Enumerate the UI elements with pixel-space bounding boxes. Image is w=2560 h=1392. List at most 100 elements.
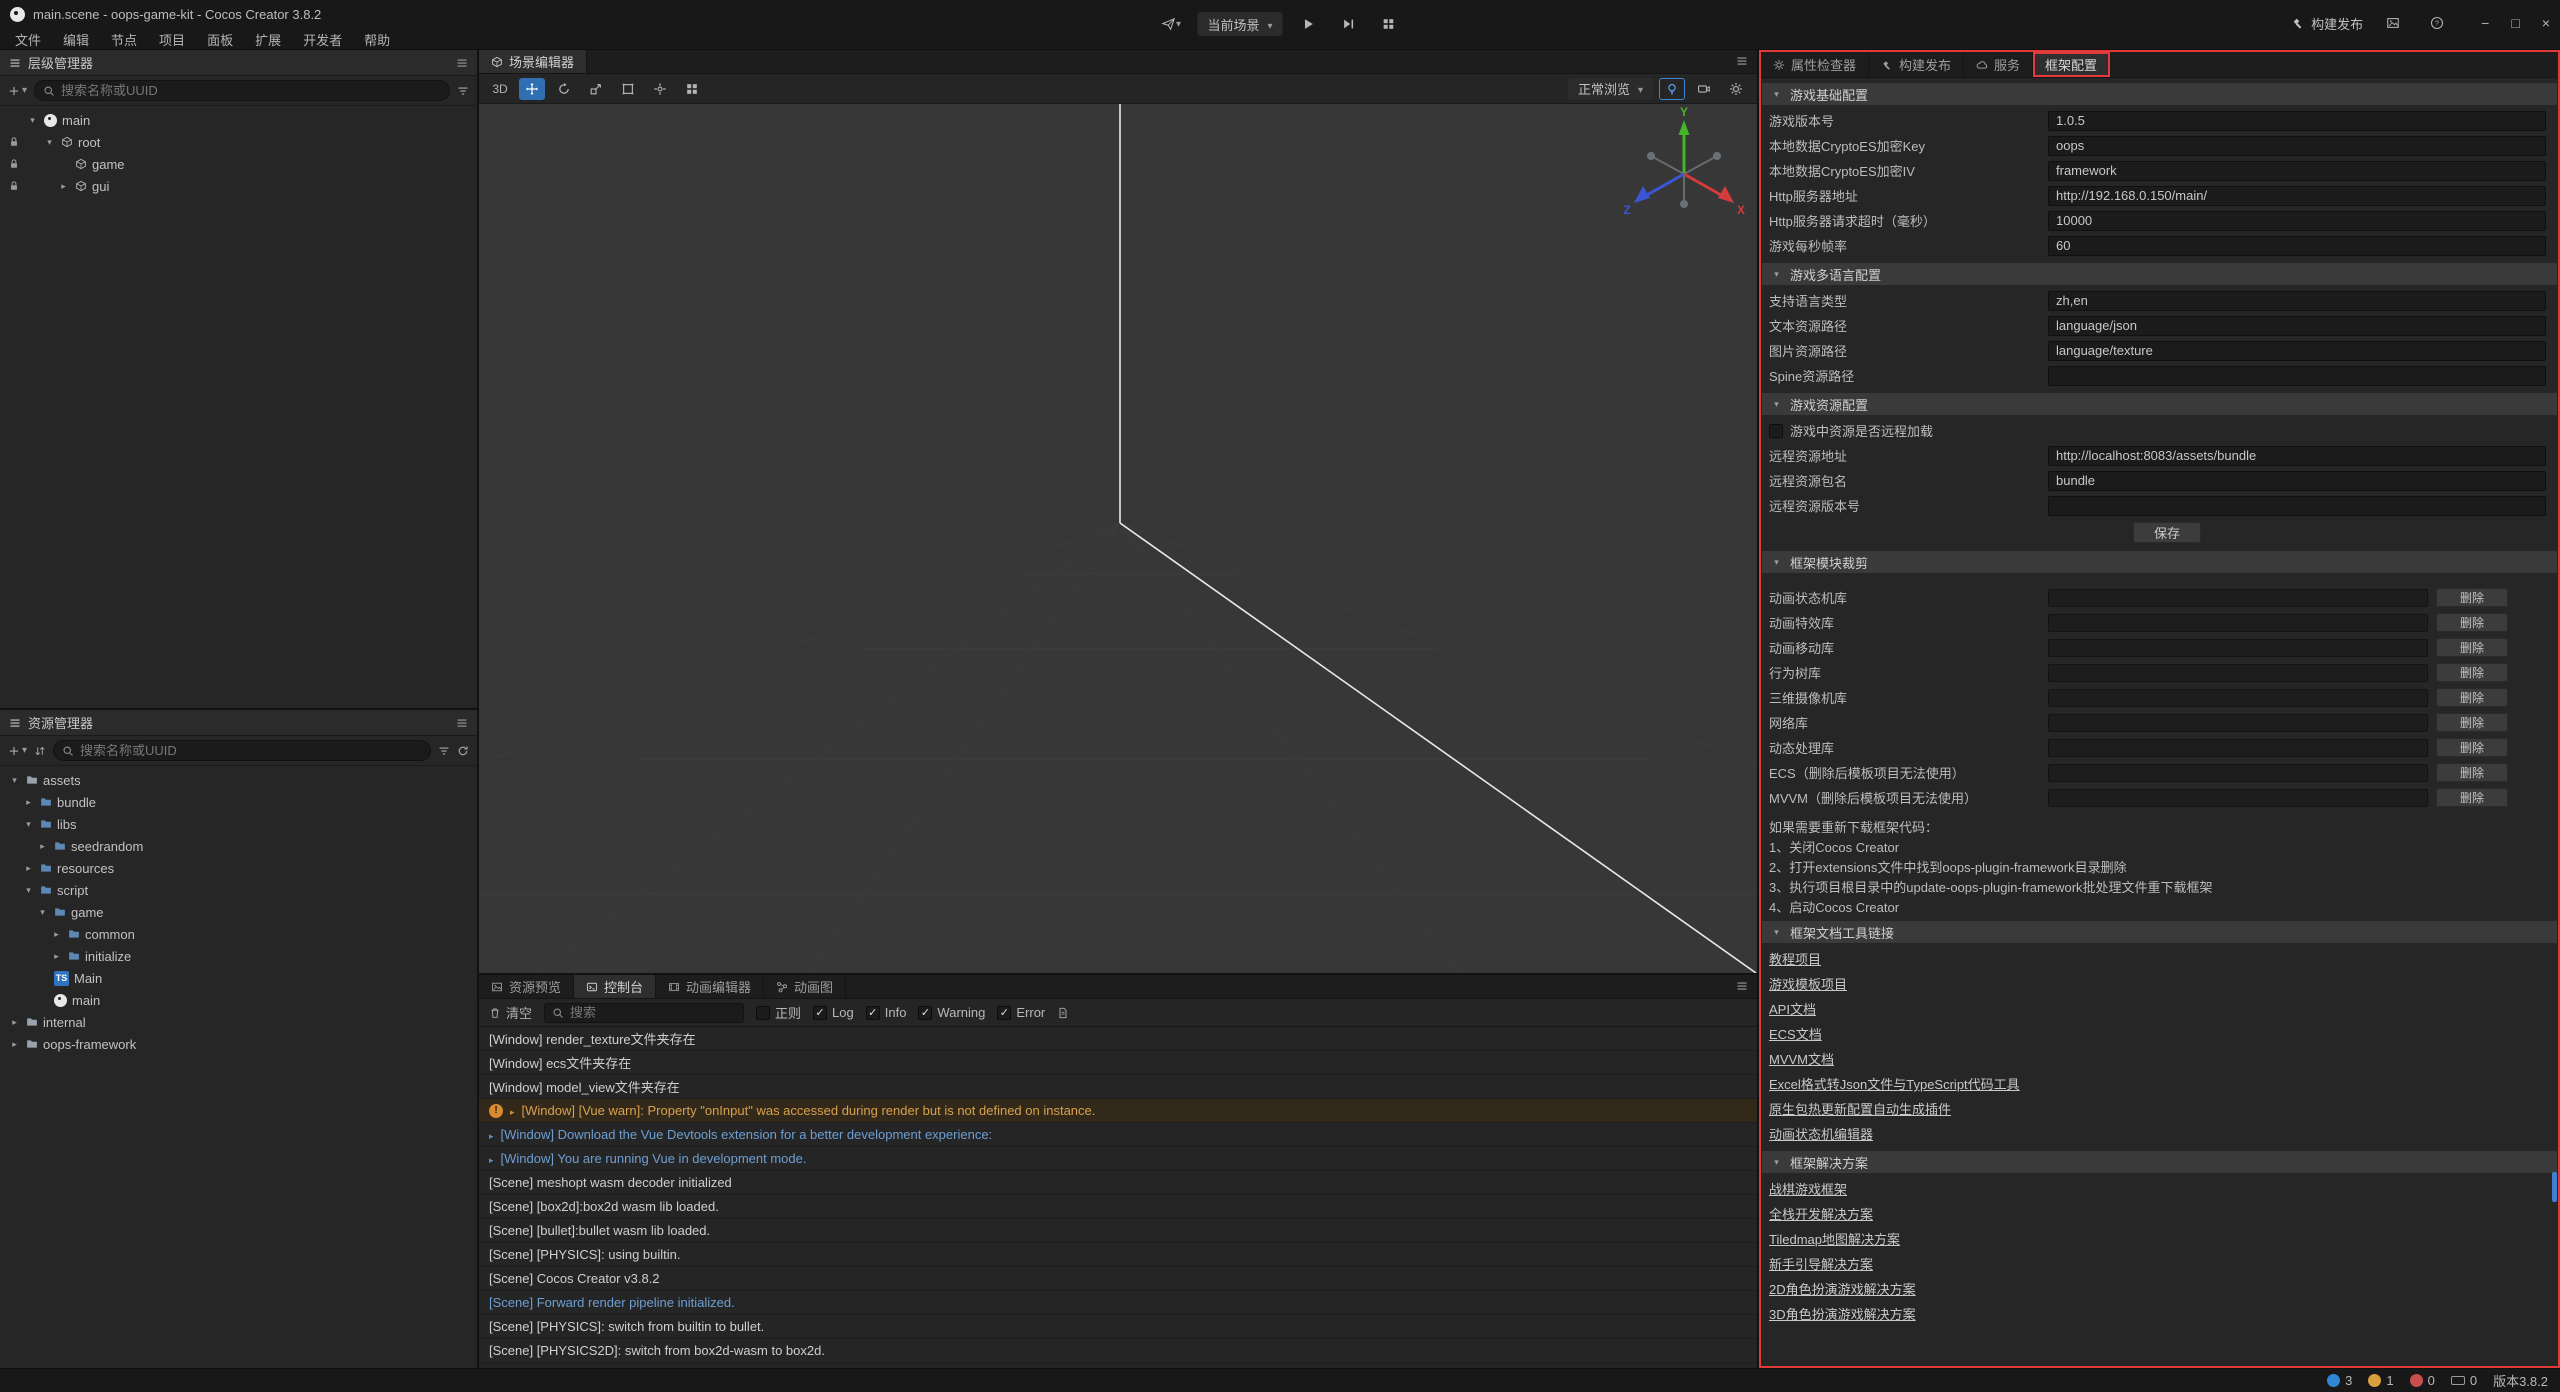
inspector-scrollbar[interactable] [2552, 1172, 2557, 1202]
log-row[interactable]: [Scene] [PHYSICS2D]: switch from box2d-w… [479, 1339, 1757, 1363]
section-solutions[interactable]: 框架解决方案 [1762, 1151, 2557, 1173]
remote-bundle-name-input[interactable] [2048, 471, 2546, 491]
expand-log-icon[interactable] [489, 1151, 494, 1166]
delete-module-button[interactable]: 删除 [2436, 613, 2508, 632]
menu-developer[interactable]: 开发者 [292, 30, 353, 49]
menu-extension[interactable]: 扩展 [244, 30, 292, 49]
hierarchy-node-root[interactable]: root [0, 131, 477, 153]
tab-build-publish[interactable]: 构建发布 [1869, 52, 1964, 77]
asset-node-seedrandom[interactable]: seedrandom [0, 835, 477, 857]
tab-animation-editor[interactable]: 动画编辑器 [656, 975, 764, 998]
expand-arrow-icon[interactable] [22, 885, 35, 896]
regex-checkbox[interactable]: 正则 [756, 1003, 801, 1022]
log-row[interactable]: [Scene] [bullet]:bullet wasm lib loaded. [479, 1219, 1757, 1243]
remote-version-input[interactable] [2048, 496, 2546, 516]
current-scene-dropdown[interactable]: 当前场景 [1197, 12, 1282, 36]
tab-property-inspector[interactable]: 属性检查器 [1761, 52, 1869, 77]
delete-module-button[interactable]: 删除 [2436, 588, 2508, 607]
asset-node-main-scene[interactable]: main [0, 989, 477, 1011]
orientation-gizmo[interactable]: Y X Z [1619, 106, 1749, 236]
status-warning-count[interactable]: 1 [2368, 1373, 2393, 1388]
doc-link[interactable]: 动画状态机编辑器 [1769, 1124, 1873, 1143]
layout-grid-button[interactable] [1375, 12, 1403, 36]
lock-icon[interactable] [8, 136, 20, 148]
doc-link[interactable]: 原生包热更新配置自动生成插件 [1769, 1099, 1951, 1118]
scene-camera-button[interactable] [1691, 78, 1717, 100]
asset-node-assets[interactable]: assets [0, 769, 477, 791]
hierarchy-node-gui[interactable]: gui [0, 175, 477, 197]
close-button[interactable] [2542, 15, 2550, 31]
filter-info-checkbox[interactable]: Info [866, 1005, 907, 1020]
console-search-input[interactable] [570, 1005, 736, 1020]
asset-node-oops-framework[interactable]: oops-framework [0, 1033, 477, 1055]
http-timeout-input[interactable] [2048, 211, 2546, 231]
toggle-3d-button[interactable]: 3D [487, 78, 513, 100]
section-doc-links[interactable]: 框架文档工具链接 [1762, 921, 2557, 943]
delete-module-button[interactable]: 删除 [2436, 688, 2508, 707]
log-row[interactable]: [Scene] Cocos Creator v3.8.2 [479, 1267, 1757, 1291]
solution-link[interactable]: 战棋游戏框架 [1769, 1179, 1847, 1198]
panel-menu-icon[interactable] [1736, 980, 1748, 992]
solution-link[interactable]: 2D角色扮演游戏解决方案 [1769, 1279, 1916, 1298]
view-mode-dropdown[interactable]: 正常浏览 [1568, 78, 1653, 100]
maximize-button[interactable] [2511, 15, 2519, 31]
asset-node-Main[interactable]: TS Main [0, 967, 477, 989]
expand-arrow-icon[interactable] [50, 929, 63, 940]
menu-edit[interactable]: 编辑 [52, 30, 100, 49]
expand-arrow-icon[interactable] [57, 181, 70, 192]
asset-node-resources[interactable]: resources [0, 857, 477, 879]
crypto-iv-input[interactable] [2048, 161, 2546, 181]
lighting-toggle-button[interactable] [1659, 78, 1685, 100]
http-server-input[interactable] [2048, 186, 2546, 206]
expand-arrow-icon[interactable] [8, 775, 21, 786]
section-basic-config[interactable]: 游戏基础配置 [1762, 83, 2557, 105]
log-row-info[interactable]: [Window] Download the Vue Devtools exten… [479, 1123, 1757, 1147]
log-row-info[interactable]: [Scene] Forward render pipeline initiali… [479, 1291, 1757, 1315]
assets-filter-button[interactable] [438, 745, 450, 757]
tab-asset-preview[interactable]: 资源预览 [479, 975, 574, 998]
refresh-assets-button[interactable] [457, 745, 469, 757]
status-info-count[interactable]: 3 [2327, 1373, 2352, 1388]
asset-node-initialize[interactable]: initialize [0, 945, 477, 967]
pivot-toggle-button[interactable] [679, 78, 705, 100]
lock-icon[interactable] [8, 180, 20, 192]
rect-tool-button[interactable] [615, 78, 641, 100]
filter-error-checkbox[interactable]: Error [997, 1005, 1045, 1020]
expand-arrow-icon[interactable] [8, 1017, 21, 1028]
log-row[interactable]: [Window] render_texture文件夹存在 [479, 1027, 1757, 1051]
filter-log-checkbox[interactable]: Log [813, 1005, 854, 1020]
log-row-warning[interactable]: [Window] [Vue warn]: Property "onInput" … [479, 1099, 1757, 1123]
asset-node-game[interactable]: game [0, 901, 477, 923]
doc-link[interactable]: ECS文档 [1769, 1024, 1822, 1043]
tab-console[interactable]: 控制台 [574, 975, 656, 998]
log-row[interactable]: [Scene] [PHYSICS]: using builtin. [479, 1243, 1757, 1267]
panel-menu-icon[interactable] [456, 717, 468, 729]
panel-menu-icon[interactable] [1736, 55, 1748, 67]
solution-link[interactable]: 新手引导解决方案 [1769, 1254, 1873, 1273]
scale-tool-button[interactable] [583, 78, 609, 100]
expand-arrow-icon[interactable] [8, 1039, 21, 1050]
languages-input[interactable] [2048, 291, 2546, 311]
image-res-path-input[interactable] [2048, 341, 2546, 361]
tab-services[interactable]: 服务 [1964, 52, 2033, 77]
console-log-file-button[interactable] [1057, 1007, 1069, 1019]
transform-gizmo-button[interactable] [647, 78, 673, 100]
doc-link[interactable]: API文档 [1769, 999, 1816, 1018]
help-button[interactable] [2423, 11, 2451, 35]
menu-help[interactable]: 帮助 [353, 30, 401, 49]
log-row[interactable]: [Window] model_view文件夹存在 [479, 1075, 1757, 1099]
spine-res-path-input[interactable] [2048, 366, 2546, 386]
text-res-path-input[interactable] [2048, 316, 2546, 336]
expand-arrow-icon[interactable] [26, 115, 39, 126]
platform-select-button[interactable] [1157, 12, 1185, 36]
lock-icon[interactable] [8, 158, 20, 170]
remote-res-url-input[interactable] [2048, 446, 2546, 466]
expand-arrow-icon[interactable] [43, 137, 56, 148]
build-publish-button[interactable]: 构建发布 [2291, 14, 2363, 33]
delete-module-button[interactable]: 删除 [2436, 763, 2508, 782]
tab-framework-config[interactable]: 框架配置 [2033, 52, 2110, 77]
expand-arrow-icon[interactable] [36, 841, 49, 852]
log-row[interactable]: [Scene] [box2d]:box2d wasm lib loaded. [479, 1195, 1757, 1219]
asset-node-common[interactable]: common [0, 923, 477, 945]
doc-link[interactable]: 教程项目 [1769, 949, 1821, 968]
